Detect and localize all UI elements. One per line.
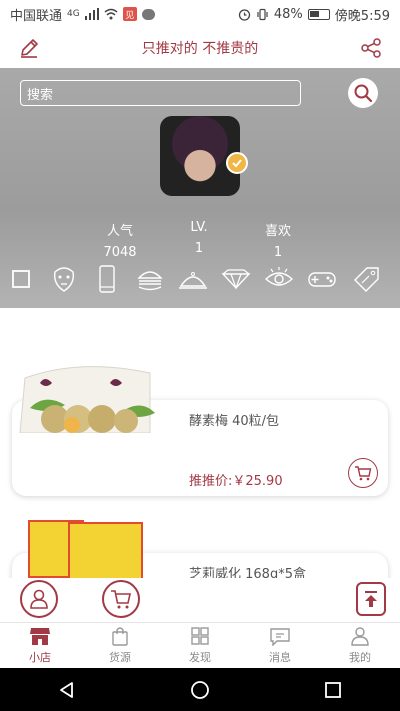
gamepad-icon[interactable] bbox=[305, 262, 339, 296]
product-price: 推推价:￥25.90 bbox=[189, 474, 283, 489]
carrier-text: 中国联通 bbox=[10, 8, 63, 24]
product-image bbox=[19, 366, 155, 433]
pencil-icon bbox=[21, 39, 38, 58]
recents-square-icon[interactable] bbox=[323, 680, 343, 700]
nav-label: 我的 bbox=[349, 651, 371, 664]
sale-tag-icon[interactable] bbox=[350, 262, 384, 296]
shop-profile-panel: 搜索 人气 7048 LV. 1 喜欢 1 bbox=[0, 68, 400, 308]
product-list: 酵素梅 40粒/包 推推价:￥25.90 芝莉威化 168g*5盒 bbox=[0, 308, 400, 578]
share-icon bbox=[361, 38, 381, 58]
network-type: 4G bbox=[67, 9, 80, 19]
stat-popularity: 人气 7048 bbox=[85, 220, 155, 260]
alarm-icon bbox=[238, 8, 251, 21]
stat-likes: 喜欢 1 bbox=[243, 220, 313, 260]
battery-percent: 48% bbox=[273, 6, 303, 22]
face-mask-icon[interactable] bbox=[47, 262, 81, 296]
product-title: 酵素梅 40粒/包 bbox=[189, 414, 280, 429]
cart-button[interactable] bbox=[102, 580, 140, 618]
cart-icon bbox=[111, 590, 131, 609]
nav-item-source[interactable]: 货源 bbox=[80, 623, 160, 668]
edit-button[interactable] bbox=[14, 34, 44, 62]
signal-icon bbox=[84, 8, 99, 20]
square-icon[interactable] bbox=[4, 262, 38, 296]
profile-button[interactable] bbox=[20, 580, 58, 618]
search-button[interactable] bbox=[348, 78, 378, 108]
nav-item-messages[interactable]: 消息 bbox=[240, 623, 320, 668]
nav-label: 小店 bbox=[29, 651, 51, 664]
person-icon bbox=[351, 627, 369, 646]
nav-label: 货源 bbox=[109, 651, 131, 664]
burger-icon[interactable] bbox=[133, 262, 167, 296]
dish-cover-icon[interactable] bbox=[176, 262, 210, 296]
bottom-nav: 小店 货源 发现 消息 我的 bbox=[0, 622, 400, 668]
wifi-icon bbox=[104, 8, 118, 20]
category-icon-row bbox=[0, 262, 400, 296]
app-notification-icon: 见 bbox=[122, 7, 137, 21]
stat-value: 1 bbox=[273, 245, 283, 260]
battery-icon bbox=[307, 8, 330, 20]
nav-item-discover[interactable]: 发现 bbox=[160, 623, 240, 668]
stat-value: 7048 bbox=[103, 245, 137, 260]
chat-notification-icon bbox=[141, 8, 155, 20]
app-header: 只推对的 不推贵的 bbox=[0, 28, 400, 68]
phone-icon[interactable] bbox=[90, 262, 124, 296]
message-icon bbox=[270, 628, 290, 646]
nav-item-shop[interactable]: 小店 bbox=[0, 623, 80, 668]
eye-icon[interactable] bbox=[262, 262, 296, 296]
stat-label: 人气 bbox=[106, 224, 133, 239]
floating-action-bar bbox=[0, 578, 400, 622]
home-circle-icon[interactable] bbox=[190, 680, 210, 700]
nav-label: 发现 bbox=[189, 651, 211, 664]
product-image bbox=[28, 520, 148, 578]
status-right: 48% 傍晚5:59 bbox=[238, 5, 390, 24]
status-left: 中国联通 4G 见 bbox=[10, 5, 155, 24]
cart-icon bbox=[355, 466, 372, 481]
bag-icon bbox=[112, 627, 128, 646]
back-triangle-icon[interactable] bbox=[57, 680, 77, 700]
status-time: 傍晚5:59 bbox=[334, 8, 390, 24]
arrow-up-icon bbox=[365, 591, 377, 607]
verified-badge-icon bbox=[226, 152, 248, 174]
share-button[interactable] bbox=[356, 34, 386, 62]
search-placeholder: 搜索 bbox=[27, 88, 54, 103]
diamond-icon[interactable] bbox=[219, 262, 253, 296]
search-icon bbox=[354, 84, 373, 103]
grid-icon bbox=[191, 627, 209, 645]
shop-icon bbox=[30, 628, 50, 645]
nav-label: 消息 bbox=[269, 651, 291, 664]
search-input[interactable]: 搜索 bbox=[20, 80, 301, 106]
stat-value: 1 bbox=[194, 241, 204, 256]
product-title: 芝莉威化 168g*5盒 bbox=[189, 567, 306, 578]
stat-label: LV. bbox=[190, 220, 208, 235]
add-to-cart-button[interactable] bbox=[348, 458, 378, 488]
stat-level: LV. 1 bbox=[164, 220, 234, 256]
nav-item-mine[interactable]: 我的 bbox=[320, 623, 400, 668]
back-to-top-button[interactable] bbox=[356, 582, 386, 616]
page-title: 只推对的 不推贵的 bbox=[141, 41, 259, 57]
vibrate-icon bbox=[257, 8, 268, 20]
user-icon bbox=[30, 589, 48, 609]
system-nav-bar bbox=[0, 668, 400, 711]
status-bar: 中国联通 4G 见 48% 傍晚5:59 bbox=[0, 0, 400, 28]
stat-label: 喜欢 bbox=[264, 224, 291, 239]
